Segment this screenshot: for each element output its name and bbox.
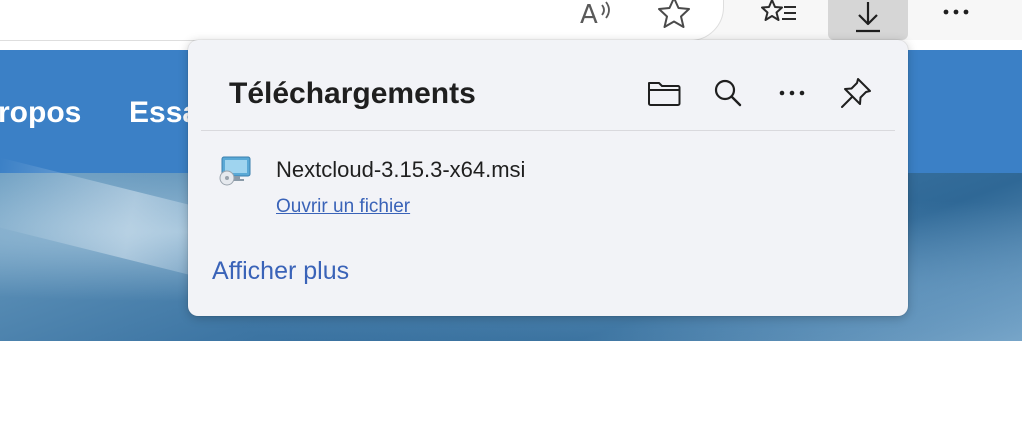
more-options-icon[interactable] <box>772 73 812 113</box>
show-more-link[interactable]: Afficher plus <box>212 254 349 288</box>
download-file-name[interactable]: Nextcloud-3.15.3-x64.msi <box>276 155 525 185</box>
browser-toolbar: A <box>0 0 1022 41</box>
downloads-button[interactable] <box>828 0 908 40</box>
search-icon[interactable] <box>708 73 748 113</box>
open-file-link[interactable]: Ouvrir un fichier <box>276 194 410 220</box>
read-aloud-icon[interactable]: A <box>576 0 616 30</box>
pin-icon[interactable] <box>836 73 876 113</box>
flyout-title: Téléchargements <box>229 77 476 110</box>
header-divider <box>201 130 895 131</box>
nav-link-apropos[interactable]: ropos <box>0 93 81 133</box>
download-icon <box>856 2 880 33</box>
open-folder-icon[interactable] <box>644 73 684 113</box>
favorite-star-icon[interactable] <box>654 0 694 30</box>
svg-text:A: A <box>580 0 598 27</box>
installer-icon <box>218 154 252 188</box>
more-tools-icon[interactable] <box>936 0 976 30</box>
downloads-flyout: Téléchargements Nextcloud-3.15.3-x64.msi… <box>188 40 908 316</box>
favorites-bar-icon[interactable] <box>760 0 800 30</box>
